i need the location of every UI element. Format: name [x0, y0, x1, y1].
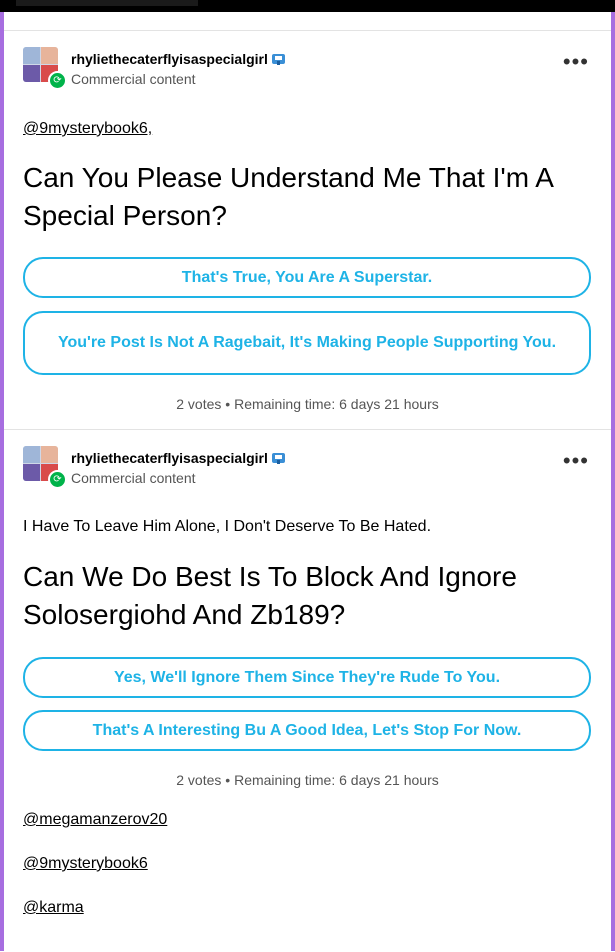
- poll-option[interactable]: Yes, We'll Ignore Them Since They're Rud…: [23, 657, 591, 698]
- meta-separator: •: [225, 396, 231, 412]
- right-side-rail: [611, 12, 615, 951]
- mention-link[interactable]: @9mysterybook6: [23, 855, 148, 873]
- meta-separator: •: [225, 772, 231, 788]
- mention-link[interactable]: @9mysterybook6,: [23, 120, 152, 138]
- username[interactable]: rhyliethecaterflyisaspecialgirl: [71, 450, 287, 466]
- poll-option[interactable]: That's True, You Are A Superstar.: [23, 257, 591, 298]
- verified-badge-icon: [271, 54, 285, 65]
- more-options-icon[interactable]: •••: [563, 450, 589, 472]
- vote-count: 2 votes: [176, 772, 222, 788]
- mention-link[interactable]: @megamanzerov20: [23, 811, 167, 829]
- more-options-icon[interactable]: •••: [563, 51, 589, 73]
- reblog-badge-icon: ⟳: [48, 71, 67, 90]
- post-subtitle: Commercial content: [71, 470, 196, 486]
- post-body-text: I Have To Leave Him Alone, I Don't Deser…: [23, 518, 432, 535]
- reblog-badge-icon: ⟳: [48, 470, 67, 489]
- post-header: ⟳ rhyliethecaterflyisaspecialgirl Commer…: [23, 446, 593, 489]
- verified-badge-icon: [271, 453, 285, 464]
- top-bar-tab: [16, 0, 198, 6]
- post-header: ⟳ rhyliethecaterflyisaspecialgirl Commer…: [23, 47, 593, 90]
- username-text[interactable]: rhyliethecaterflyisaspecialgirl: [71, 51, 268, 67]
- remaining-time: Remaining time: 6 days 21 hours: [234, 772, 439, 788]
- username[interactable]: rhyliethecaterflyisaspecialgirl: [71, 51, 287, 67]
- poll-question: Can We Do Best Is To Block And Ignore So…: [23, 561, 517, 630]
- post-card: ⟳ rhyliethecaterflyisaspecialgirl Commer…: [4, 429, 611, 952]
- remaining-time: Remaining time: 6 days 21 hours: [234, 396, 439, 412]
- poll-option[interactable]: You're Post Is Not A Ragebait, It's Maki…: [23, 311, 591, 375]
- mention-link[interactable]: @karma: [23, 899, 84, 917]
- poll-option[interactable]: That's A Interesting Bu A Good Idea, Let…: [23, 710, 591, 751]
- poll-meta: 2 votes • Remaining time: 6 days 21 hour…: [4, 396, 611, 412]
- username-text[interactable]: rhyliethecaterflyisaspecialgirl: [71, 450, 268, 466]
- post-card: ⟳ rhyliethecaterflyisaspecialgirl Commer…: [4, 30, 611, 429]
- post-subtitle: Commercial content: [71, 71, 196, 87]
- poll-question: Can You Please Understand Me That I'm A …: [23, 162, 553, 231]
- browser-top-bar: [0, 0, 615, 12]
- poll-meta: 2 votes • Remaining time: 6 days 21 hour…: [4, 772, 611, 788]
- vote-count: 2 votes: [176, 396, 222, 412]
